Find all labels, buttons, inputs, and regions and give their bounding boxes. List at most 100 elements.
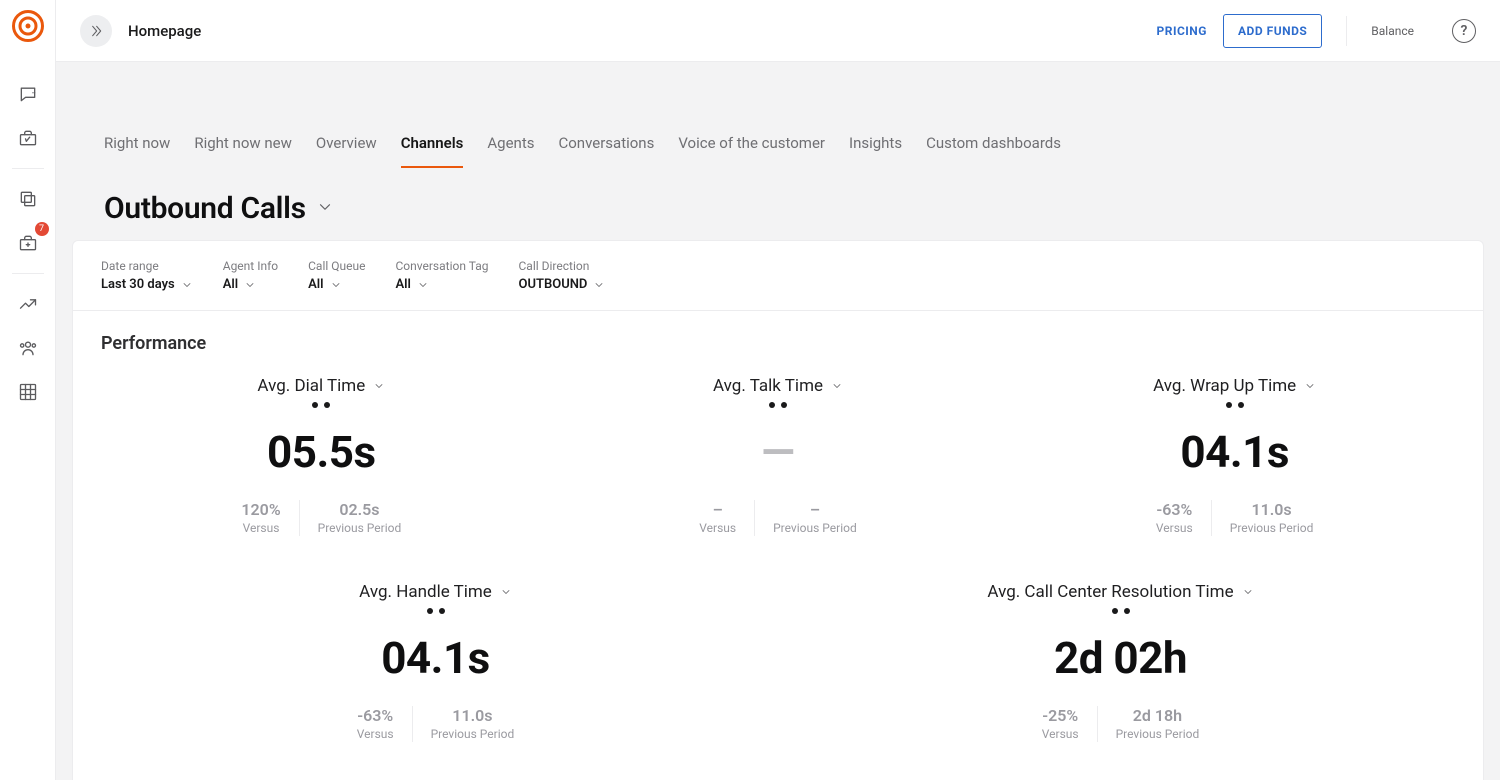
chevron-down-icon <box>181 279 193 291</box>
filter-label: Agent Info <box>223 259 278 273</box>
metric-value: 04.1s <box>381 632 490 684</box>
metric-title-row[interactable]: Avg. Wrap Up Time <box>1153 376 1316 396</box>
section-title: Performance <box>101 333 1455 354</box>
filter-call-queue[interactable]: Call Queue All <box>308 259 365 292</box>
chevron-down-icon <box>1242 586 1254 598</box>
compare-prev-label: Previous Period <box>1230 521 1314 535</box>
expand-sidebar-button[interactable] <box>80 15 112 47</box>
add-funds-button[interactable]: ADD FUNDS <box>1223 14 1322 48</box>
metric-title: Avg. Dial Time <box>257 376 365 396</box>
compare-prev-label: Previous Period <box>318 521 402 535</box>
metric-compare: -25% Versus 2d 18h Previous Period <box>1024 706 1217 742</box>
tab-conversations[interactable]: Conversations <box>558 134 654 168</box>
metric-dots <box>1112 608 1130 614</box>
balance-label: Balance <box>1371 24 1414 38</box>
metric-title-row[interactable]: Avg. Dial Time <box>257 376 385 396</box>
compare-prev-value: 2d 18h <box>1133 706 1182 725</box>
nav-grid[interactable] <box>10 374 46 410</box>
nav-analytics[interactable] <box>10 286 46 322</box>
compare-percent: -25% <box>1042 706 1078 725</box>
metric-dots <box>427 608 445 614</box>
metric-compare: –Versus –Previous Period <box>681 500 874 536</box>
filter-label: Date range <box>101 259 193 273</box>
tab-right-now[interactable]: Right now <box>104 134 170 168</box>
chevron-down-icon <box>330 279 342 291</box>
pricing-link[interactable]: PRICING <box>1157 24 1207 38</box>
compare-versus-label: Versus <box>357 727 394 741</box>
page-breadcrumb: Homepage <box>128 22 201 40</box>
compare-percent: -63% <box>1156 500 1192 519</box>
chevron-down-icon <box>244 279 256 291</box>
nav-inbox[interactable]: 7 <box>10 225 46 261</box>
filter-value[interactable]: All <box>223 277 278 292</box>
help-button[interactable]: ? <box>1452 19 1476 43</box>
nav-chat[interactable] <box>10 76 46 112</box>
metrics-row-1: Avg. Dial Time 05.5s 120%Versus 02.5sPre… <box>101 376 1455 536</box>
filter-value-text: All <box>395 277 410 292</box>
metric-compare: -63%Versus 11.0sPrevious Period <box>339 706 532 742</box>
filter-value[interactable]: Last 30 days <box>101 277 193 292</box>
tab-channels[interactable]: Channels <box>401 134 464 168</box>
filter-agent-info[interactable]: Agent Info All <box>223 259 278 292</box>
metric-value: 04.1s <box>1180 426 1289 478</box>
metric-title-row[interactable]: Avg. Handle Time <box>359 582 512 602</box>
compare-percent: -63% <box>357 706 393 725</box>
compare-prev-label: Previous Period <box>773 521 857 535</box>
metric-dots <box>769 402 787 408</box>
filter-date-range[interactable]: Date range Last 30 days <box>101 259 193 292</box>
tab-voice-of-customer[interactable]: Voice of the customer <box>678 134 825 168</box>
compare-versus-label: Versus <box>1156 521 1193 535</box>
filter-value[interactable]: All <box>395 277 488 292</box>
nav-inbox-badge: 7 <box>35 222 49 236</box>
compare-prev-value: 02.5s <box>339 500 379 519</box>
metric-title: Avg. Call Center Resolution Time <box>987 582 1233 602</box>
content-scroll[interactable]: Right now Right now new Overview Channel… <box>56 62 1500 780</box>
metric-avg-talk-time: Avg. Talk Time — –Versus –Previous Perio… <box>558 376 999 536</box>
metric-title: Avg. Handle Time <box>359 582 492 602</box>
metric-avg-resolution-time: Avg. Call Center Resolution Time 2d 02h … <box>786 582 1455 742</box>
filter-label: Call Queue <box>308 259 365 273</box>
nav-duplicate[interactable] <box>10 181 46 217</box>
tab-agents[interactable]: Agents <box>487 134 534 168</box>
dashboard-card: Date range Last 30 days Agent Info All C… <box>72 240 1484 780</box>
filter-label: Call Direction <box>518 259 605 273</box>
tab-overview[interactable]: Overview <box>316 134 377 168</box>
metric-title: Avg. Talk Time <box>713 376 823 396</box>
metric-avg-dial-time: Avg. Dial Time 05.5s 120%Versus 02.5sPre… <box>101 376 542 536</box>
sidebar: 7 <box>0 0 56 780</box>
filter-value[interactable]: OUTBOUND <box>518 277 605 292</box>
chevron-down-icon <box>1304 380 1316 392</box>
sidebar-divider <box>12 168 44 169</box>
topbar: Homepage PRICING ADD FUNDS Balance ? <box>56 0 1500 62</box>
page-title-row[interactable]: Outbound Calls <box>72 169 1484 240</box>
app-logo[interactable] <box>8 6 48 46</box>
metric-compare: -63% Versus 11.0s Previous Period <box>1138 500 1331 536</box>
compare-versus-label: Versus <box>1042 727 1079 741</box>
compare-prev-value: 11.0s <box>1251 500 1291 519</box>
filter-value[interactable]: All <box>308 277 365 292</box>
chevron-down-icon <box>417 279 429 291</box>
metric-avg-handle-time: Avg. Handle Time 04.1s -63%Versus 11.0sP… <box>101 582 770 742</box>
compare-prev-value: – <box>810 500 820 519</box>
metric-compare: 120%Versus 02.5sPrevious Period <box>223 500 419 536</box>
topbar-divider <box>1346 16 1347 46</box>
tab-custom-dashboards[interactable]: Custom dashboards <box>926 134 1061 168</box>
tab-insights[interactable]: Insights <box>849 134 902 168</box>
filter-conversation-tag[interactable]: Conversation Tag All <box>395 259 488 292</box>
metric-title: Avg. Wrap Up Time <box>1153 376 1296 396</box>
compare-prev-label: Previous Period <box>431 727 515 741</box>
compare-versus-label: Versus <box>699 521 736 535</box>
filter-value-text: All <box>223 277 238 292</box>
filter-call-direction[interactable]: Call Direction OUTBOUND <box>518 259 605 292</box>
metric-title-row[interactable]: Avg. Talk Time <box>713 376 843 396</box>
chevron-down-icon <box>316 198 334 220</box>
nav-work[interactable] <box>10 120 46 156</box>
tab-right-now-new[interactable]: Right now new <box>194 134 292 168</box>
compare-prev-label: Previous Period <box>1116 727 1200 741</box>
sidebar-divider <box>12 273 44 274</box>
filters-bar: Date range Last 30 days Agent Info All C… <box>73 241 1483 311</box>
metric-dots <box>1226 402 1244 408</box>
metric-value-empty: — <box>761 426 795 478</box>
nav-people[interactable] <box>10 330 46 366</box>
metric-title-row[interactable]: Avg. Call Center Resolution Time <box>987 582 1253 602</box>
